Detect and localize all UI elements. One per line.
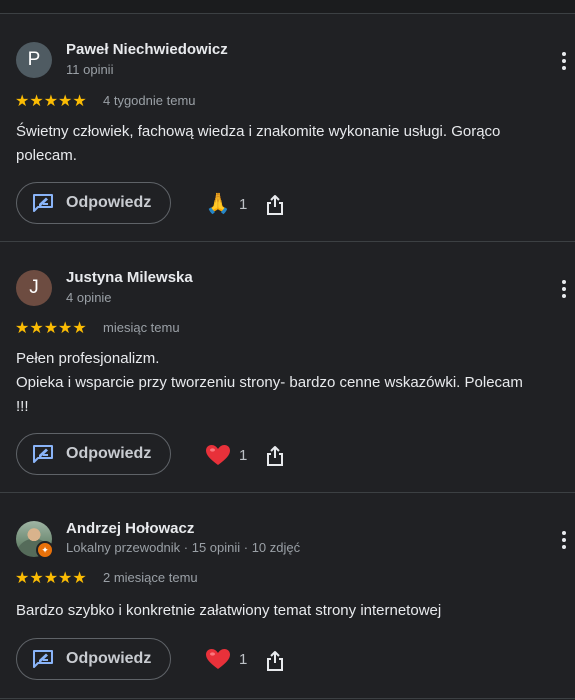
reaction-count: 1	[239, 650, 248, 668]
share-icon[interactable]	[265, 650, 285, 672]
reaction-button[interactable]: 🙏 1	[205, 189, 248, 219]
star-rating: ★★★★★	[15, 320, 87, 337]
review-card: ✦ Andrzej Hołowacz Lokalny przewodnik · …	[0, 493, 575, 699]
heart-icon	[206, 445, 230, 465]
review-date: 4 tygodnie temu	[103, 93, 196, 108]
reviewer-meta: 4 opinie	[66, 290, 112, 305]
reviewer-name[interactable]: Andrzej Hołowacz	[66, 520, 194, 537]
reviewer-name[interactable]: Justyna Milewska	[66, 269, 193, 286]
folded-hands-icon: 🙏	[205, 193, 231, 215]
avatar[interactable]: P	[16, 42, 52, 78]
reply-edit-icon	[33, 445, 53, 463]
reply-button[interactable]: Odpowiedz	[16, 638, 171, 680]
review-date: 2 miesiące temu	[103, 570, 198, 585]
heart-icon	[206, 649, 230, 669]
reviewer-meta: Lokalny przewodnik · 15 opinii · 10 zdję…	[66, 540, 301, 555]
reviewer-name[interactable]: Paweł Niechwiedowicz	[66, 41, 228, 58]
star-rating: ★★★★★	[15, 570, 87, 587]
more-vert-icon[interactable]	[556, 529, 572, 551]
share-icon[interactable]	[265, 194, 285, 216]
star-rating: ★★★★★	[15, 93, 87, 110]
review-text: Bardzo szybko i konkretnie załatwiony te…	[16, 602, 442, 619]
reaction-button[interactable]: 1	[205, 644, 247, 674]
reply-button-label: Odpowiedz	[66, 650, 152, 667]
reply-button[interactable]: Odpowiedz	[16, 433, 171, 475]
share-icon[interactable]	[265, 445, 285, 467]
reply-button-label: Odpowiedz	[66, 194, 152, 211]
more-vert-icon[interactable]	[556, 50, 572, 72]
reply-edit-icon	[33, 194, 53, 212]
local-guide-badge-icon: ✦	[36, 541, 54, 559]
reaction-count: 1	[239, 195, 248, 213]
reviews-panel: P Paweł Niechwiedowicz 11 opinii ★★★★★ 4…	[0, 0, 575, 700]
review-text: Świetny człowiek, fachową wiedza i znako…	[16, 123, 501, 164]
review-text: Pełen profesjonalizm. Opieka i wsparcie …	[16, 350, 523, 415]
reviewer-meta: 11 opinii	[66, 62, 114, 77]
review-card: P Paweł Niechwiedowicz 11 opinii ★★★★★ 4…	[0, 14, 575, 242]
reply-button[interactable]: Odpowiedz	[16, 182, 171, 224]
review-date: miesiąc temu	[103, 320, 180, 335]
reply-button-label: Odpowiedz	[66, 445, 152, 462]
avatar[interactable]: J	[16, 270, 52, 306]
reaction-button[interactable]: 1	[205, 440, 247, 470]
review-card: J Justyna Milewska 4 opinie ★★★★★ miesią…	[0, 242, 575, 493]
reply-edit-icon	[33, 650, 53, 668]
reaction-count: 1	[239, 446, 248, 464]
previous-review-edge	[0, 0, 575, 14]
more-vert-icon[interactable]	[556, 278, 572, 300]
avatar[interactable]: ✦	[16, 521, 54, 559]
